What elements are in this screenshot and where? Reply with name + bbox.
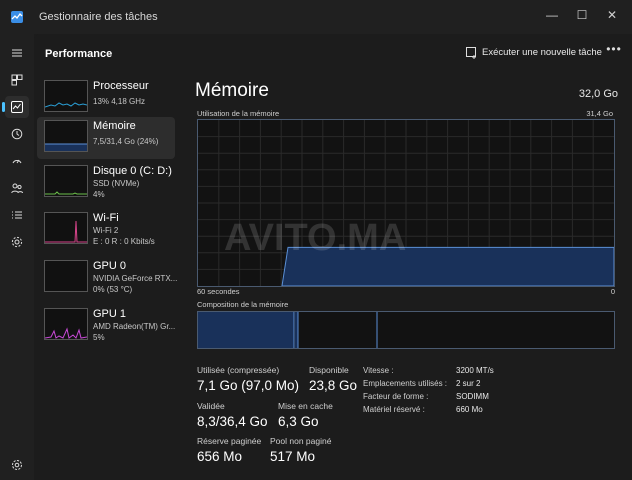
device-detail-2: 4% — [93, 190, 105, 199]
memory-panel: Mémoire 32,0 Go Utilisation de la mémoir… — [182, 72, 632, 480]
reserved-label: Matériel réservé : — [363, 405, 425, 414]
axis-right-label: 0 — [610, 287, 615, 296]
committed-value: 8,3/36,4 Go — [197, 414, 268, 429]
device-wifi[interactable]: Wi-Fi Wi-Fi 2 E : 0 R : 0 Kbits/s — [37, 209, 175, 251]
memory-total: 32,0 Go — [578, 88, 618, 100]
device-detail: Wi-Fi 2 — [93, 226, 119, 235]
title-bar: Gestionnaire des tâches — ☐ ✕ — [0, 0, 632, 34]
composition-in-use — [198, 312, 294, 348]
device-gpu0[interactable]: GPU 0 NVIDIA GeForce RTX... 0% (53 °C) — [37, 257, 178, 299]
slots-label: Emplacements utilisés : — [363, 379, 448, 388]
memory-composition-bar — [197, 311, 615, 349]
form-factor-value: SODIMM — [456, 392, 489, 401]
page-header: Performance Exécuter une nouvelle tâche … — [34, 34, 632, 72]
nonpaged-pool-label: Pool non paginé — [270, 436, 332, 446]
device-detail-2: 5% — [93, 333, 105, 342]
device-name: Processeur — [93, 80, 149, 92]
services-icon[interactable] — [5, 231, 29, 253]
reserved-value: 660 Mo — [456, 405, 483, 414]
device-memory[interactable]: Mémoire 7,5/31,4 Go (24%) — [37, 117, 175, 159]
device-detail: NVIDIA GeForce RTX... — [93, 274, 178, 283]
memory-usage-graph: AVITO.MA — [197, 119, 615, 287]
committed-label: Validée — [197, 401, 225, 411]
watermark: AVITO.MA — [224, 217, 406, 259]
device-name: GPU 1 — [93, 308, 127, 320]
form-factor-label: Facteur de forme : — [363, 392, 429, 401]
device-detail: 7,5/31,4 Go (24%) — [93, 137, 159, 146]
speed-label: Vitesse : — [363, 366, 394, 375]
maximize-button[interactable]: ☐ — [568, 4, 596, 26]
app-title: Gestionnaire des tâches — [39, 11, 158, 23]
nav-rail — [0, 34, 34, 480]
more-options-button[interactable]: ••• — [604, 43, 624, 59]
device-detail: SSD (NVMe) — [93, 179, 140, 188]
device-name: GPU 0 — [93, 260, 127, 272]
available-value: 23,8 Go — [309, 378, 358, 393]
page-title: Performance — [45, 48, 113, 60]
device-cpu[interactable]: Processeur 13% 4,18 GHz — [37, 77, 175, 119]
cached-label: Mise en cache — [278, 401, 333, 411]
settings-icon[interactable] — [5, 454, 29, 476]
in-use-label: Utilisée (compressée) — [197, 365, 280, 375]
gpu1-thumbnail — [44, 308, 88, 340]
speed-value: 3200 MT/s — [456, 366, 494, 375]
minimize-button[interactable]: — — [538, 4, 566, 26]
in-use-value: 7,1 Go (97,0 Mo) — [197, 378, 300, 393]
details-icon[interactable] — [5, 204, 29, 226]
nonpaged-pool-value: 517 Mo — [270, 449, 316, 464]
memory-thumbnail — [44, 120, 88, 152]
device-detail: 13% 4,18 GHz — [93, 97, 146, 106]
available-label: Disponible — [309, 365, 349, 375]
device-name: Disque 0 (C: D:) — [93, 165, 172, 177]
device-gpu1[interactable]: GPU 1 AMD Radeon(TM) Gr... 5% — [37, 305, 175, 347]
close-button[interactable]: ✕ — [598, 4, 626, 26]
run-task-label: Exécuter une nouvelle tâche — [482, 47, 602, 58]
device-detail-2: 0% (53 °C) — [93, 285, 133, 294]
gpu0-thumbnail — [44, 260, 88, 292]
paged-pool-label: Réserve paginée — [197, 436, 262, 446]
device-name: Wi-Fi — [93, 212, 119, 224]
processes-icon[interactable] — [5, 69, 29, 91]
disk-thumbnail — [44, 165, 88, 197]
memory-title: Mémoire — [195, 80, 269, 101]
wifi-thumbnail — [44, 212, 88, 244]
paged-pool-value: 656 Mo — [197, 449, 243, 464]
task-manager-icon — [11, 11, 23, 23]
device-list: Processeur 13% 4,18 GHz Mémoire 7,5/31,4… — [34, 72, 182, 480]
history-icon[interactable] — [5, 123, 29, 145]
axis-left-label: 60 secondes — [197, 287, 240, 296]
startup-icon[interactable] — [5, 150, 29, 172]
usage-max: 31,4 Go — [586, 109, 613, 118]
composition-label: Composition de la mémoire — [197, 300, 289, 309]
usage-label: Utilisation de la mémoire — [197, 109, 280, 118]
performance-icon[interactable] — [2, 96, 29, 118]
cached-value: 6,3 Go — [278, 414, 319, 429]
run-task-icon — [466, 47, 476, 59]
menu-icon[interactable] — [5, 42, 29, 64]
device-detail-2: E : 0 R : 0 Kbits/s — [93, 237, 155, 246]
users-icon[interactable] — [5, 177, 29, 199]
device-disk[interactable]: Disque 0 (C: D:) SSD (NVMe) 4% — [37, 162, 175, 204]
cpu-thumbnail — [44, 80, 88, 112]
device-detail: AMD Radeon(TM) Gr... — [93, 322, 176, 331]
device-name: Mémoire — [93, 120, 136, 132]
slots-value: 2 sur 2 — [456, 379, 481, 388]
